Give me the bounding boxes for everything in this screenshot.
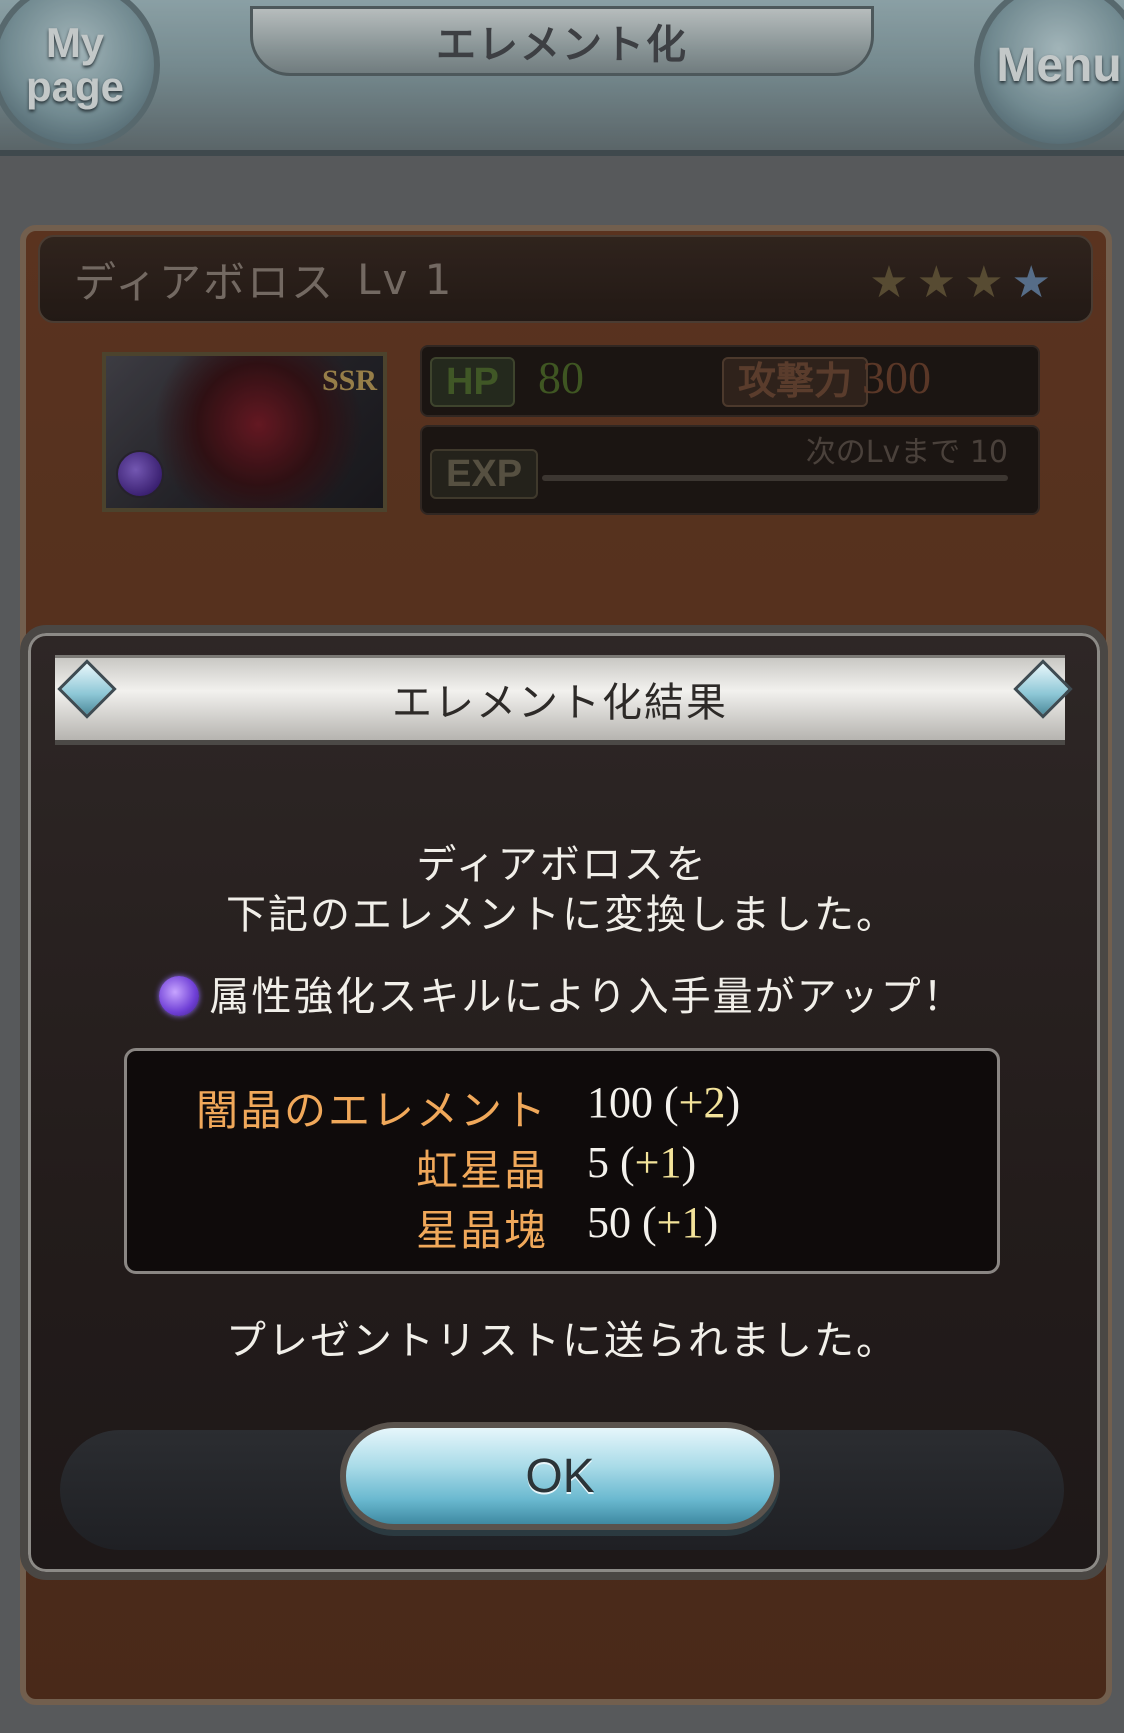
result-item-value: 5 (+1): [587, 1138, 697, 1187]
result-row: 虹星晶 5 (+1): [127, 1137, 1003, 1195]
bonus-text: 属性強化スキルにより入手量がアップ！: [209, 974, 965, 1020]
result-item-bonus: +2: [678, 1078, 726, 1127]
result-item-value: 100 (+2): [587, 1078, 741, 1127]
result-item-name: 星晶塊: [415, 1206, 548, 1255]
ok-button[interactable]: OK: [340, 1422, 780, 1530]
result-row: 闇晶のエレメント 100 (+2): [127, 1077, 1003, 1135]
result-item-value: 50 (+1): [587, 1198, 719, 1247]
result-item-bonus: +1: [634, 1138, 682, 1187]
ok-label: OK: [525, 1449, 595, 1503]
result-item-name: 虹星晶: [415, 1146, 548, 1195]
modal-title-banner: エレメント化結果: [55, 655, 1065, 745]
result-item-bonus: +1: [656, 1198, 704, 1247]
sent-message: プレゼントリストに送られました。: [226, 1318, 898, 1364]
result-item-name: 闇晶のエレメント: [195, 1086, 548, 1135]
bonus-message: 属性強化スキルにより入手量がアップ！: [0, 964, 1124, 1022]
results-box: 闇晶のエレメント 100 (+2) 虹星晶 5 (+1) 星晶塊 50 (+1): [124, 1048, 1000, 1274]
result-message-line2: 下記のエレメントに変換しました。: [226, 892, 898, 938]
modal-title: エレメント化結果: [392, 680, 728, 726]
dark-element-icon: [159, 976, 200, 1016]
result-row: 星晶塊 50 (+1): [127, 1197, 1003, 1255]
